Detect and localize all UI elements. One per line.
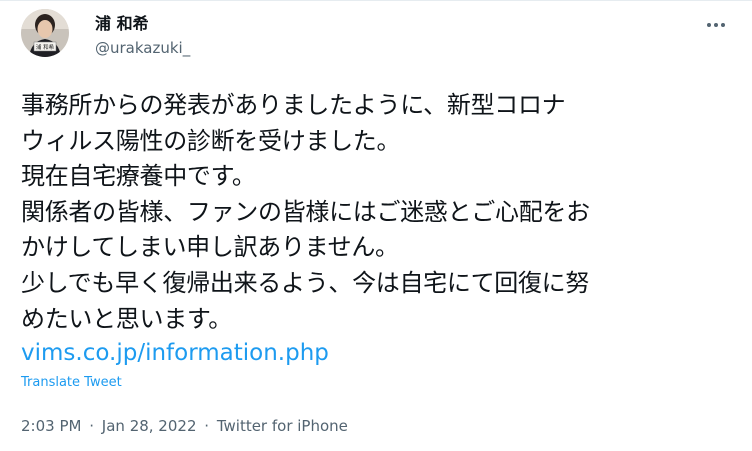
meta-separator: · <box>204 417 210 435</box>
translate-tweet-link[interactable]: Translate Tweet <box>21 375 122 391</box>
user-handle[interactable]: @urakazuki_ <box>95 38 190 58</box>
tweet-metadata: 2:03 PM · Jan 28, 2022 · Twitter for iPh… <box>21 416 348 436</box>
tweet-link[interactable]: vims.co.jp/information.php <box>21 338 329 368</box>
tweet-text: 事務所からの発表がありましたように、新型コロナ ウィルス陽性の診断を受けました。… <box>21 88 736 337</box>
meta-separator: · <box>89 417 95 435</box>
tweet-line: 事務所からの発表がありましたように、新型コロナ <box>21 91 566 119</box>
tweet-card: 浦 和希 浦 和希 @urakazuki_ 事務所からの発表がありましたように、… <box>0 0 752 451</box>
avatar[interactable]: 浦 和希 <box>21 9 69 57</box>
more-options-button[interactable] <box>698 10 734 40</box>
tweet-source[interactable]: Twitter for iPhone <box>217 417 348 435</box>
tweet-line: ウィルス陽性の診断を受けました。 <box>21 126 401 155</box>
tweet-line: 関係者の皆様、ファンの皆様にはご迷惑とご心配をお <box>21 197 590 226</box>
tweet-date[interactable]: Jan 28, 2022 <box>102 417 197 435</box>
display-name[interactable]: 浦 和希 <box>95 14 149 34</box>
tweet-line: めたいと思います。 <box>21 304 232 333</box>
avatar-badge-text: 浦 和希 <box>36 43 55 51</box>
avatar-image: 浦 和希 <box>21 9 69 57</box>
tweet-line: 少しでも早く復帰出来るよう、今は自宅にて回復に努 <box>21 268 590 297</box>
tweet-time[interactable]: 2:03 PM <box>21 417 81 435</box>
tweet-line: かけしてしまい申し訳ありません。 <box>21 233 399 262</box>
more-horizontal-icon <box>707 23 725 27</box>
tweet-line: 現在自宅療養中です。 <box>21 162 256 191</box>
